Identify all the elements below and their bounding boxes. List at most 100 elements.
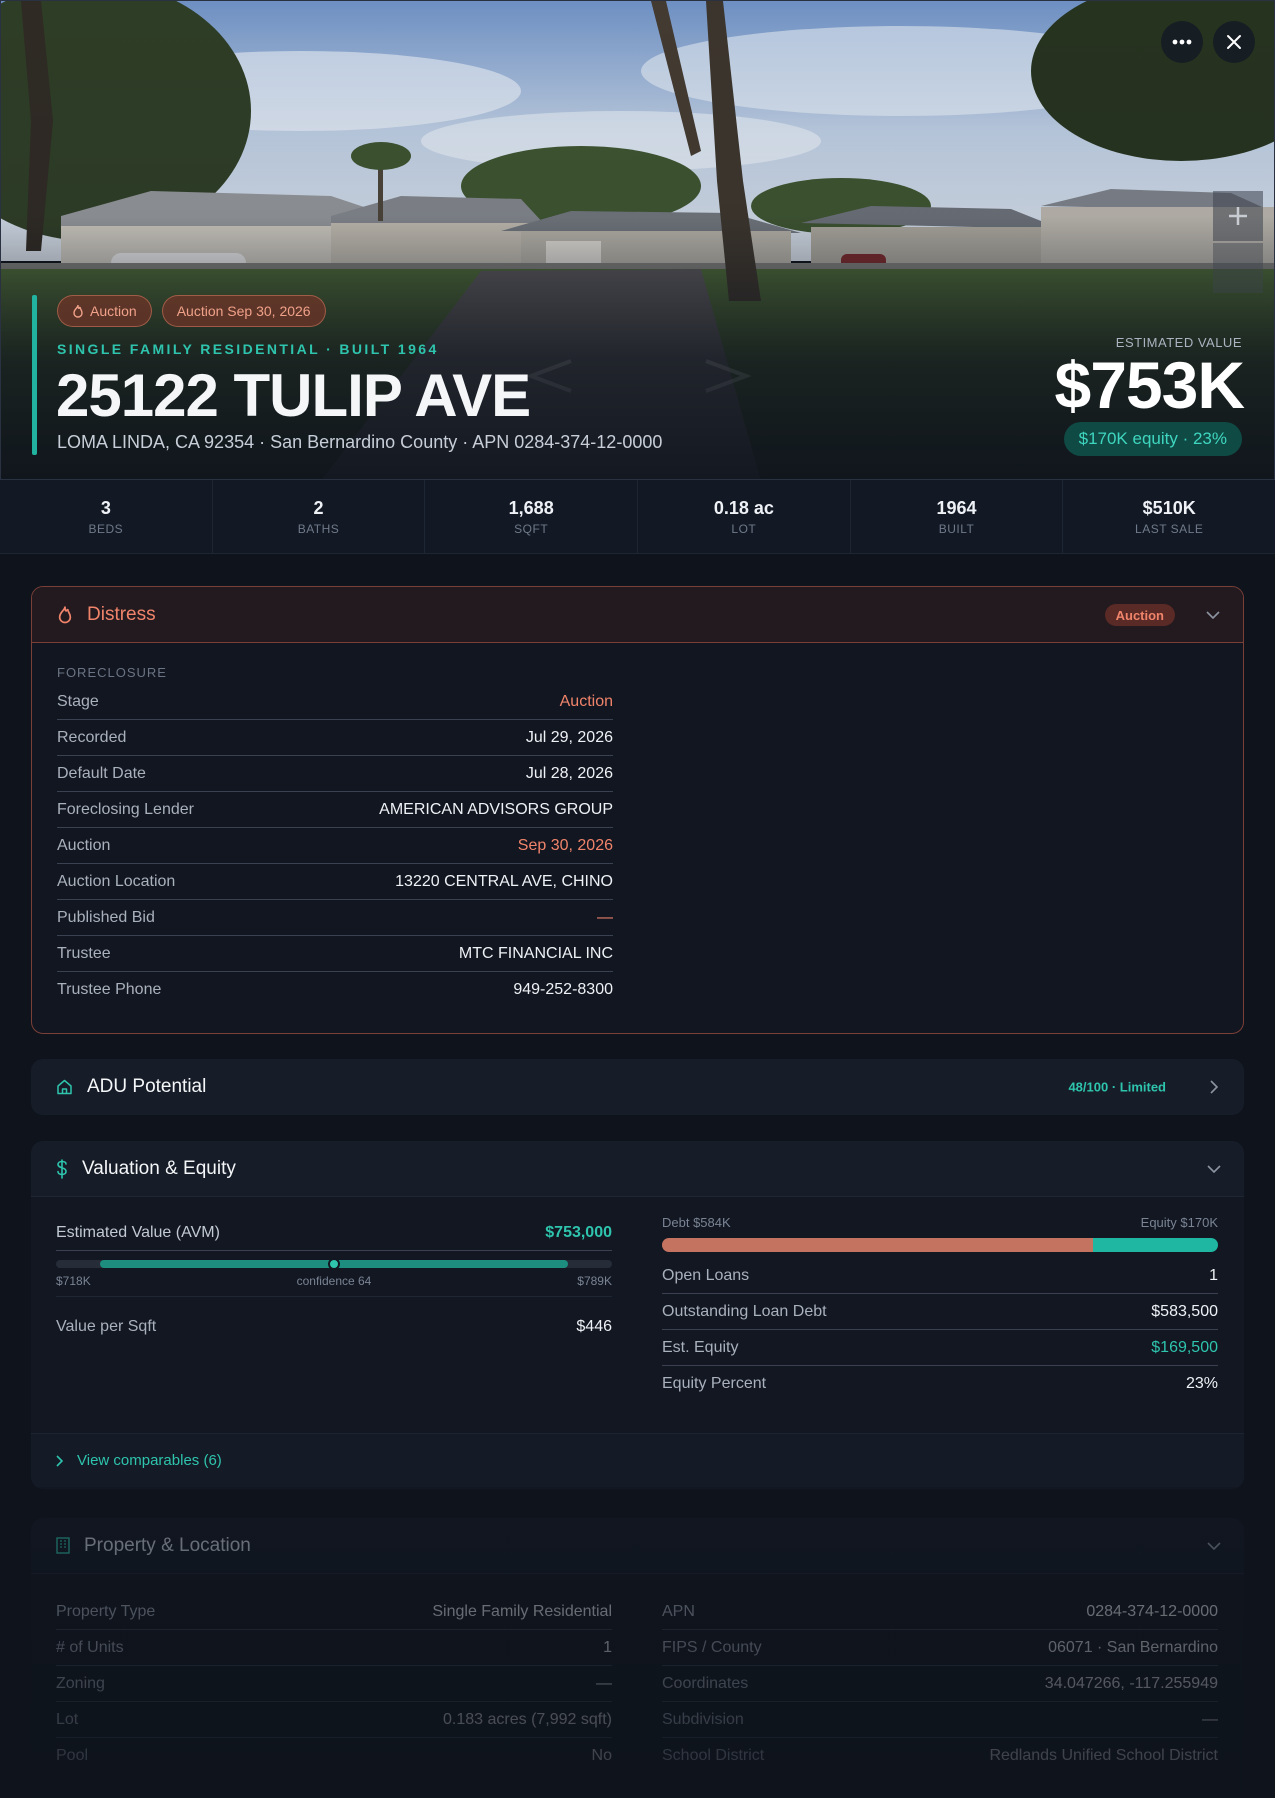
kv-value: $583,500 xyxy=(1151,1302,1218,1320)
kv-row: Pool No xyxy=(56,1738,612,1774)
kv-key: Auction Location xyxy=(57,872,176,890)
view-comparables-link[interactable]: View comparables (6) xyxy=(31,1433,1244,1487)
valuation-title: Valuation & Equity xyxy=(82,1157,236,1179)
stat-built: 1964 BUILT xyxy=(851,480,1064,553)
kv-value: 23% xyxy=(1185,1375,1218,1392)
kv-key: # of Units xyxy=(56,1638,124,1656)
kv-row: Recorded Jul 29, 2026 xyxy=(57,720,613,756)
kv-value: 1 xyxy=(603,1638,612,1656)
debt-equity-bar xyxy=(662,1238,1218,1252)
property-right-column: APN 0284-374-12-0000 FIPS / County 06071 ·… xyxy=(662,1594,1218,1774)
chevron-right-icon xyxy=(56,1454,63,1467)
kv-key: Trustee xyxy=(57,944,111,962)
kv-row: Auction Location 13220 CENTRAL AVE, CHINO xyxy=(57,864,613,900)
chevron-right-icon[interactable] xyxy=(1206,1079,1222,1095)
kv-key: Open Loans xyxy=(662,1266,750,1284)
kv-value: — xyxy=(1202,1710,1218,1728)
stat-lot: 0.18 ac LOT xyxy=(638,480,851,553)
kv-value: 0284-374-12-0000 xyxy=(1086,1602,1218,1620)
confidence-label: confidence 64 xyxy=(296,1274,372,1288)
kv-key: APN xyxy=(662,1602,695,1620)
accent-bar xyxy=(32,295,37,455)
valuation-header[interactable]: Valuation & Equity xyxy=(31,1141,1244,1197)
adu-panel[interactable]: ADU Potential 48/100 · Limited xyxy=(31,1059,1244,1115)
avm-column: Estimated Value (AVM) $753,000 $718K con… xyxy=(56,1215,612,1345)
stat-value: 1,688 xyxy=(508,497,554,518)
estimated-value: $753K xyxy=(1054,348,1245,422)
chevron-down-icon[interactable] xyxy=(1206,1161,1222,1177)
kv-row: Published Bid — xyxy=(57,900,613,936)
flame-icon xyxy=(73,304,83,318)
auction-date-chip[interactable]: Auction Sep 30, 2026 xyxy=(161,295,326,327)
equity-pill: $170K equity · 23% xyxy=(1063,422,1242,456)
flame-icon xyxy=(58,606,72,624)
more-options-button[interactable] xyxy=(1161,21,1203,63)
property-title: Property & Location xyxy=(84,1534,251,1556)
kv-row: Outstanding Loan Debt $583,500 xyxy=(662,1294,1218,1330)
kv-value: $169,500 xyxy=(1151,1338,1218,1356)
kv-row: Default Date Jul 28, 2026 xyxy=(57,756,613,792)
kv-key: Pool xyxy=(56,1747,89,1764)
kv-row: Equity Percent 23% xyxy=(662,1366,1218,1402)
stats-bar: 3 BEDS 2 BATHS 1,688 SQFT 0.18 ac LOT 1964 BU… xyxy=(0,480,1275,554)
auction-chip[interactable]: Auction xyxy=(57,295,152,327)
kv-value: No xyxy=(591,1747,612,1764)
kv-row: Zoning — xyxy=(56,1666,612,1702)
plus-icon xyxy=(1229,207,1247,225)
kv-value: Single Family Residential xyxy=(432,1602,612,1620)
close-button[interactable] xyxy=(1213,21,1255,63)
zoom-in-button[interactable] xyxy=(1213,191,1263,241)
kv-row: Coordinates 34.047266, -117.255949 xyxy=(662,1666,1218,1702)
auction-chip-label: Auction xyxy=(90,303,137,319)
kv-value: — xyxy=(597,908,613,926)
kv-value: 06071 · San Bernardino xyxy=(1048,1638,1218,1656)
kv-key: Stage xyxy=(57,692,99,710)
property-left-column: Property Type Single Family Residential #… xyxy=(56,1594,612,1774)
equity-column: Debt $584K Equity $170K Open Loans 1 Outs… xyxy=(662,1215,1218,1402)
kv-value: Sep 30, 2026 xyxy=(517,836,613,854)
stat-beds: 3 BEDS xyxy=(0,480,213,553)
stat-label: LOT xyxy=(731,521,757,536)
kv-row: Open Loans 1 xyxy=(662,1258,1218,1294)
stat-value: 3 xyxy=(100,497,111,518)
kv-value: 1 xyxy=(1209,1266,1218,1284)
kv-row: Auction Sep 30, 2026 xyxy=(57,828,613,864)
kv-key: Property Type xyxy=(56,1602,156,1620)
kv-key: Subdivision xyxy=(662,1710,744,1728)
adu-title: ADU Potential xyxy=(87,1076,207,1097)
kv-value: 13220 CENTRAL AVE, CHINO xyxy=(395,872,613,890)
kv-value: 949-252-8300 xyxy=(513,981,613,998)
kv-row: School District Redlands Unified School D… xyxy=(662,1738,1218,1774)
stat-value: 0.18 ac xyxy=(713,497,774,518)
per-sqft-row: Value per Sqft $446 xyxy=(56,1309,612,1345)
dollar-icon xyxy=(57,1158,67,1179)
property-address-title: 25122 TULIP AVE xyxy=(56,362,531,429)
stat-label: BATHS xyxy=(297,521,340,536)
kv-row: Subdivision — xyxy=(662,1702,1218,1738)
view-comparables-label: View comparables (6) xyxy=(77,1452,222,1469)
kv-key: Est. Equity xyxy=(662,1338,739,1356)
kv-value: 34.047266, -117.255949 xyxy=(1044,1674,1218,1692)
auction-date-chip-label: Auction Sep 30, 2026 xyxy=(176,303,311,319)
zoom-out-button[interactable] xyxy=(1213,243,1263,293)
kv-row: APN 0284-374-12-0000 xyxy=(662,1594,1218,1630)
kv-key: Lot xyxy=(56,1710,79,1728)
property-header[interactable]: Property & Location xyxy=(31,1518,1244,1574)
distress-header[interactable]: Distress Auction xyxy=(32,587,1243,643)
kv-value: 0.183 acres (7,992 sqft) xyxy=(443,1710,612,1728)
home-icon xyxy=(57,1079,72,1095)
adu-header[interactable]: ADU Potential 48/100 · Limited xyxy=(31,1059,1244,1115)
avm-marker xyxy=(328,1258,340,1270)
range-high: $789K xyxy=(577,1274,612,1288)
avm-value: $753,000 xyxy=(545,1223,612,1241)
equity-segment xyxy=(1092,1238,1218,1252)
chevron-down-icon[interactable] xyxy=(1206,1538,1222,1554)
kv-value: Jul 29, 2026 xyxy=(525,728,613,746)
stat-last-sale: $510K LAST SALE xyxy=(1063,480,1275,553)
kv-row: # of Units 1 xyxy=(56,1630,612,1666)
chevron-down-icon[interactable] xyxy=(1205,607,1221,623)
distress-title: Distress xyxy=(87,603,156,625)
status-chips: Auction Auction Sep 30, 2026 xyxy=(57,295,326,327)
stat-baths: 2 BATHS xyxy=(213,480,426,553)
equity-caption: Equity $170K xyxy=(1140,1215,1218,1230)
